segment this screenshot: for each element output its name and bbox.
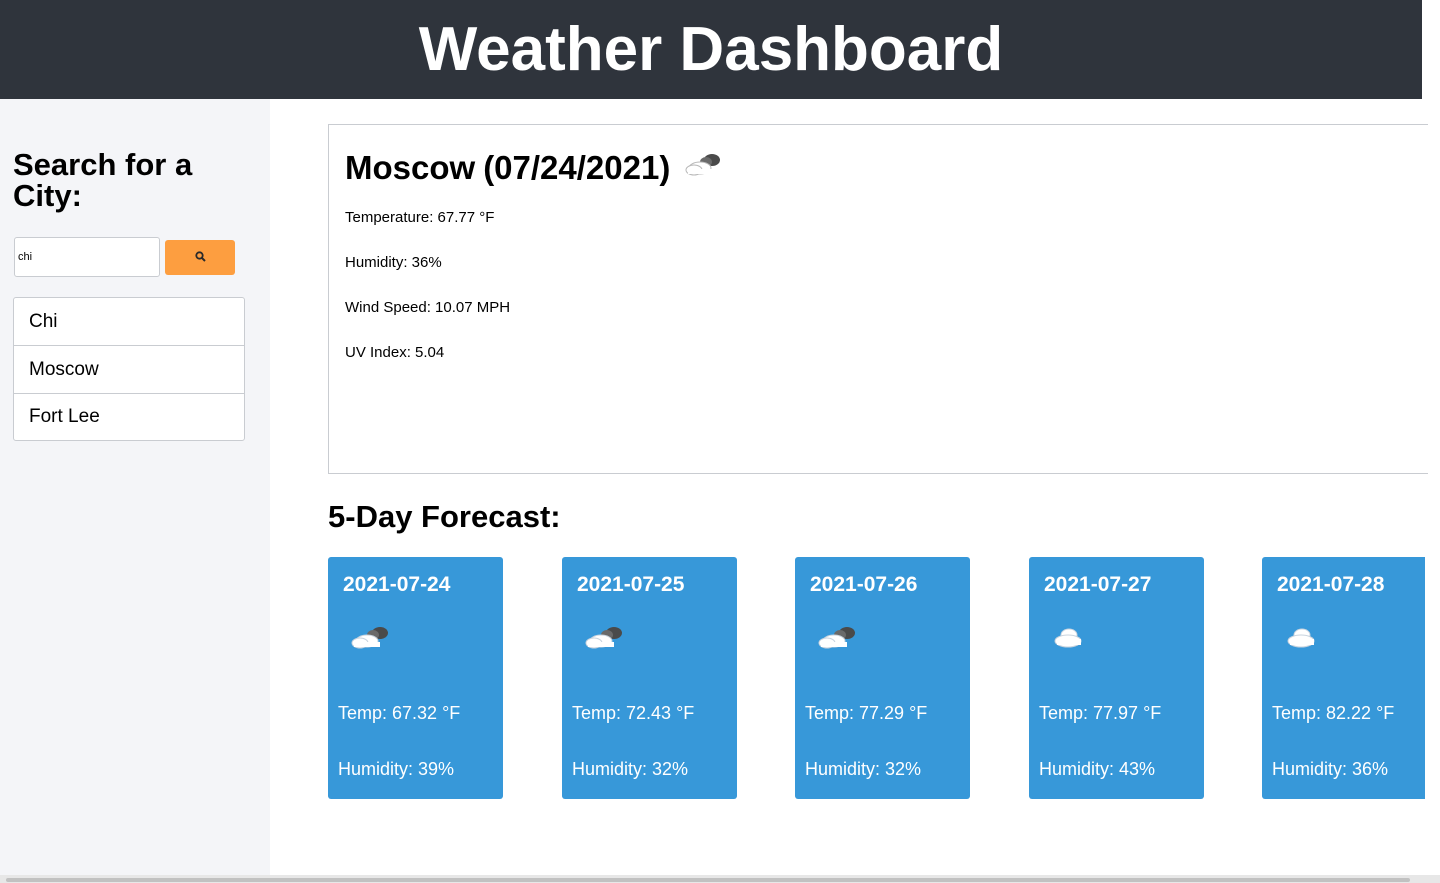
partly-cloudy-icon [348,623,394,658]
forecast-date: 2021-07-27 [1044,573,1152,596]
cloud-icon [1049,623,1095,658]
forecast-date: 2021-07-28 [1277,573,1385,596]
forecast-temp: Temp: 72.43 °F [572,703,695,723]
forecast-temp: Temp: 77.97 °F [1039,703,1162,723]
forecast-date: 2021-07-24 [343,573,451,596]
current-humidity: Humidity: 36% [345,254,442,271]
forecast-date: 2021-07-25 [577,573,685,596]
forecast-card: 2021-07-25 Temp: 72.43 °F Humidity: 32% [562,557,737,799]
search-input[interactable] [14,237,160,277]
forecast-temp: Temp: 82.22 °F [1272,703,1395,723]
header-edge [1422,0,1440,99]
forecast-humidity: Humidity: 32% [805,759,922,779]
history-item-chi[interactable]: Chi [14,298,244,346]
forecast-card: 2021-07-26 Temp: 77.29 °F Humidity: 32% [795,557,970,799]
current-city: Moscow [345,149,476,186]
history-item-fort-lee[interactable]: Fort Lee [14,394,244,440]
partly-cloudy-icon [682,149,726,187]
scrollbar-thumb[interactable] [6,878,1410,882]
forecast-title: 5-Day Forecast: [328,499,561,534]
forecast-card: 2021-07-27 Temp: 77.97 °F Humidity: 43% [1029,557,1204,799]
forecast-humidity: Humidity: 43% [1039,759,1156,779]
forecast-humidity: Humidity: 32% [572,759,689,779]
current-weather-panel: Moscow (07/24/2021) Temperature: 67.77 °… [328,124,1428,474]
partly-cloudy-icon [582,623,628,658]
search-icon [194,250,206,265]
forecast-card: 2021-07-28 Temp: 82.22 °F Humidity: 36% [1262,557,1425,799]
app-header: Weather Dashboard [0,0,1422,99]
current-wind-speed: Wind Speed: 10.07 MPH [345,299,511,316]
current-temperature: Temperature: 67.77 °F [345,209,495,226]
forecast-card: 2021-07-24 Temp: 67.32 °F Humidity: 39% [328,557,503,799]
forecast-temp: Temp: 67.32 °F [338,703,461,723]
forecast-temp: Temp: 77.29 °F [805,703,928,723]
search-heading: Search for a City: [13,147,193,213]
current-date: (07/24/2021) [483,149,671,186]
current-weather-title: Moscow (07/24/2021) [345,149,726,187]
page-title: Weather Dashboard [418,15,1004,84]
current-uv-index: UV Index: 5.04 [345,344,445,361]
search-history-list: Chi Moscow Fort Lee [13,297,245,441]
forecast-humidity: Humidity: 36% [1272,759,1389,779]
cloud-icon [1282,623,1328,658]
forecast-date: 2021-07-26 [810,573,918,596]
search-button[interactable] [165,240,235,275]
partly-cloudy-icon [815,623,861,658]
sidebar: Search for a City: Chi Moscow Fort Lee [0,99,270,875]
history-item-moscow[interactable]: Moscow [14,346,244,394]
forecast-humidity: Humidity: 39% [338,759,455,779]
